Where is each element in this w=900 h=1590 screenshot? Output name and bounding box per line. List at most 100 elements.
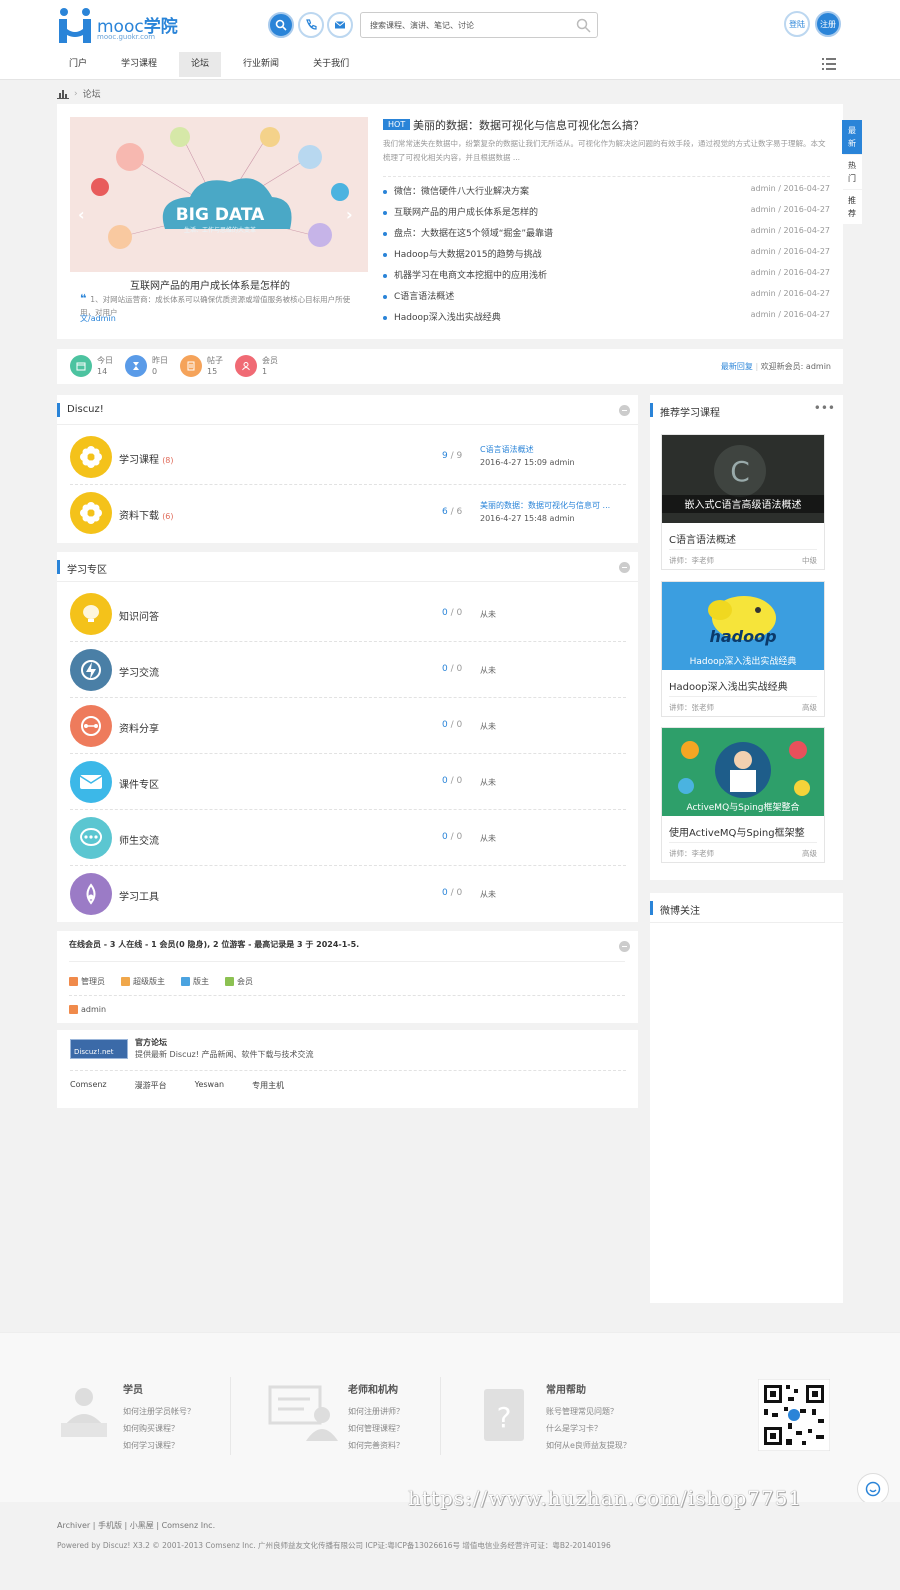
nav-item-courses[interactable]: 学习课程 — [109, 52, 169, 77]
forum-name[interactable]: 知识问答 — [119, 608, 159, 623]
partner-link[interactable]: 漫游平台 — [135, 1080, 167, 1091]
forum-row[interactable]: 资料分享 0 / 0 从未 — [70, 698, 626, 754]
latest-reply-link[interactable]: 最新回复 — [721, 362, 753, 371]
bottom-links[interactable]: Archiver | 手机版 | 小黑屋 | Comsenz Inc. — [57, 1520, 215, 1531]
footer-link[interactable]: 如何购买课程？ — [123, 1420, 195, 1437]
forum-row[interactable]: 师生交流 0 / 0 从未 — [70, 810, 626, 866]
hot-list-item[interactable]: 互联网产品的用户成长体系是怎样的 admin / 2016-04-27 — [383, 205, 830, 226]
collapse-icon[interactable] — [619, 941, 630, 952]
forum-name[interactable]: 资料下载 (6) — [119, 507, 174, 522]
link-title[interactable]: 官方论坛 — [135, 1037, 167, 1048]
hourglass-icon — [125, 355, 147, 377]
footer-link[interactable]: 如何学习课程？ — [123, 1437, 195, 1454]
hot-list-item[interactable]: 机器学习在电商文本挖掘中的应用浅析 admin / 2016-04-27 — [383, 268, 830, 289]
slideshow[interactable]: BIG DATA 生活、工作与思维的大变革 ‹ › 互联网产品的用户成长体系是怎… — [70, 117, 368, 327]
footer-link[interactable]: 如何注册讲师？ — [348, 1403, 404, 1420]
forum-row[interactable]: 知识问答 0 / 0 从未 — [70, 586, 626, 642]
search-input[interactable]: 搜索课程、演讲、笔记、讨论 — [360, 12, 598, 38]
tab-latest[interactable]: 最新 — [842, 120, 862, 154]
panel-title[interactable]: 微博关注 — [660, 902, 700, 917]
forum-row[interactable]: 学习交流 0 / 0 从未 — [70, 642, 626, 698]
phone-button[interactable] — [298, 12, 324, 38]
course-teacher: 讲师：张老师 — [669, 703, 714, 712]
search-icon[interactable] — [576, 18, 591, 33]
partner-link[interactable]: Yeswan — [195, 1080, 224, 1091]
course-title[interactable]: 使用ActiveMQ与Sping框架整 — [669, 824, 805, 839]
phone-icon — [306, 19, 317, 30]
course-title[interactable]: Hadoop深入浅出实战经典 — [669, 678, 788, 693]
slide-image[interactable]: BIG DATA 生活、工作与思维的大变革 — [70, 117, 368, 272]
course-image[interactable]: hadoop Hadoop深入浅出实战经典 — [662, 582, 824, 670]
collapse-icon[interactable] — [619, 562, 630, 573]
forum-row[interactable]: 学习课程 (8) 9 / 9 C语言语法概述 2016-4-27 15:09 ad… — [70, 429, 626, 485]
collapse-icon[interactable] — [619, 405, 630, 416]
forum-name[interactable]: 资料分享 — [119, 720, 159, 735]
footer-link[interactable]: 账号管理常见问题？ — [546, 1403, 631, 1420]
register-button[interactable]: 注册 — [815, 11, 841, 37]
forum-name[interactable]: 课件专区 — [119, 776, 159, 791]
login-button[interactable]: 登陆 — [784, 11, 810, 37]
course-title[interactable]: C语言语法概述 — [669, 531, 736, 546]
discuz-logo[interactable]: Discuz!.net — [70, 1039, 128, 1059]
footer-link[interactable]: 如何管理课程？ — [348, 1420, 404, 1437]
tab-hot[interactable]: 热门 — [842, 155, 862, 189]
partner-link[interactable]: 专用主机 — [252, 1080, 284, 1091]
hot-list-item[interactable]: 盘点：大数据在这5个领域“掘金”最靠谱 admin / 2016-04-27 — [383, 226, 830, 247]
nav-item-forum[interactable]: 论坛 — [179, 52, 222, 77]
forum-name[interactable]: 学习交流 — [119, 664, 159, 679]
mail-icon — [70, 761, 112, 803]
list-menu-icon[interactable] — [822, 58, 836, 70]
footer-link[interactable]: 如何完善资料？ — [348, 1437, 404, 1454]
admin-user-icon — [69, 977, 78, 986]
tab-recommend[interactable]: 推荐 — [842, 190, 862, 224]
partner-link[interactable]: Comsenz — [70, 1080, 107, 1091]
links-panel: Discuz!.net 官方论坛 提供最新 Discuz! 产品新闻、软件下载与… — [57, 1030, 638, 1108]
course-image[interactable]: ActiveMQ与Sping框架整合 — [662, 728, 824, 816]
online-user[interactable]: admin — [69, 1005, 106, 1014]
course-image[interactable]: C 嵌入式C语言高级语法概述 — [662, 435, 824, 523]
course-banner: ActiveMQ与Sping框架整合 — [686, 801, 799, 813]
nav-item-about[interactable]: 关于我们 — [301, 52, 361, 77]
forum-row[interactable]: 课件专区 0 / 0 从未 — [70, 754, 626, 810]
course-card[interactable]: hadoop Hadoop深入浅出实战经典 Hadoop深入浅出实战经典 讲师：… — [661, 581, 825, 717]
mail-button[interactable] — [327, 12, 353, 38]
more-icon[interactable]: ••• — [814, 401, 835, 415]
search-circle-button[interactable] — [268, 12, 294, 38]
forum-name[interactable]: 师生交流 — [119, 832, 159, 847]
forum-row[interactable]: 学习工具 0 / 0 从未 — [70, 866, 626, 922]
panel-title[interactable]: 学习专区 — [67, 561, 107, 576]
slide-prev-button[interactable]: ‹ — [78, 205, 85, 224]
course-card[interactable]: ActiveMQ与Sping框架整合 使用ActiveMQ与Sping框架整 讲… — [661, 727, 825, 863]
forum-name[interactable]: 学习工具 — [119, 888, 159, 903]
footer-link[interactable]: 如何注册学员帐号？ — [123, 1403, 195, 1420]
hot-list-item[interactable]: 微信：微信硬件八大行业解决方案 admin / 2016-04-27 — [383, 184, 830, 205]
course-card[interactable]: C 嵌入式C语言高级语法概述 C语言语法概述 讲师：李老师 中级 — [661, 434, 825, 570]
course-level: 高级 — [802, 703, 817, 712]
hot-list-item[interactable]: C语言语法概述 admin / 2016-04-27 — [383, 289, 830, 310]
breadcrumb: › 论坛 — [57, 87, 101, 100]
breadcrumb-current[interactable]: 论坛 — [83, 87, 101, 100]
slide-author[interactable]: 文/admin — [80, 313, 116, 324]
logo-icon[interactable] — [57, 7, 93, 43]
panel-title[interactable]: 推荐学习课程 — [660, 404, 720, 419]
footer-link[interactable]: 如何从e良师益友提现？ — [546, 1437, 631, 1454]
search-placeholder: 搜索课程、演讲、笔记、讨论 — [370, 21, 474, 30]
nav-item-news[interactable]: 行业新闻 — [231, 52, 291, 77]
qr-code-icon[interactable] — [758, 1379, 830, 1451]
panel-title[interactable]: Discuz! — [67, 404, 104, 415]
forum-row[interactable]: 资料下载 (6) 6 / 6 美丽的数据：数据可视化与信息可 ... 2016-4… — [70, 485, 626, 541]
hot-title[interactable]: 美丽的数据：数据可视化与信息可视化怎么搞？ — [413, 117, 644, 133]
online-summary[interactable]: 在线会员 - 3 人在线 - 1 会员(0 隐身), 2 位游客 - 最高记录是… — [69, 939, 359, 950]
slide-next-button[interactable]: › — [346, 205, 353, 224]
logo-url: mooc.guokr.com — [97, 33, 156, 41]
hot-desc: 我们常常迷失在数据中，纷繁复杂的数据让我们无所适从。可视化作为解决这问题的有效手… — [383, 137, 830, 177]
nav-item-portal[interactable]: 门户 — [57, 52, 99, 77]
hot-list-item[interactable]: Hadoop深入浅出实战经典 admin / 2016-04-27 — [383, 310, 830, 331]
home-chart-icon[interactable] — [57, 89, 69, 99]
forum-name[interactable]: 学习课程 (8) — [119, 451, 174, 466]
hot-list-item[interactable]: Hadoop与大数据2015的趋势与挑战 admin / 2016-04-27 — [383, 247, 830, 268]
customer-service-button[interactable] — [857, 1473, 889, 1505]
lightbulb-icon — [70, 593, 112, 635]
slide-title[interactable]: 互联网产品的用户成长体系是怎样的 — [130, 277, 290, 292]
footer-link[interactable]: 什么是学习卡？ — [546, 1420, 631, 1437]
